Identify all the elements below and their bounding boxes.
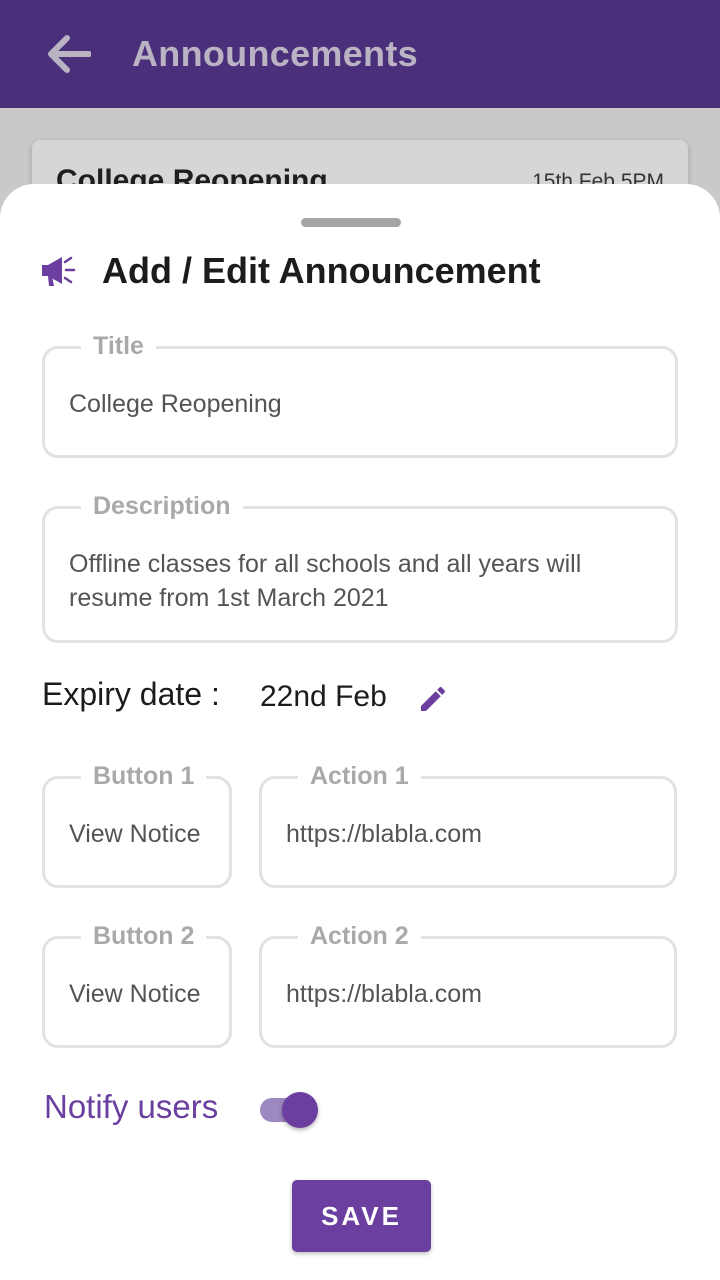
app-bar: Announcements: [0, 0, 720, 108]
title-field-value: College Reopening: [69, 390, 282, 418]
arrow-left-icon: [48, 35, 91, 73]
toggle-thumb: [282, 1092, 318, 1128]
edit-announcement-sheet: Add / Edit Announcement Title College Re…: [0, 184, 720, 1280]
action2-field-label: Action 2: [298, 920, 421, 952]
notify-users-toggle[interactable]: [258, 1090, 322, 1130]
expiry-date-value: 22nd Feb: [260, 680, 387, 713]
action2-field[interactable]: Action 2 https://blabla.com: [259, 920, 677, 1048]
action1-field-label: Action 1: [298, 760, 421, 792]
back-button[interactable]: [40, 26, 96, 82]
page-title: Announcements: [132, 33, 418, 74]
title-field-label: Title: [81, 330, 156, 362]
pencil-icon: [421, 686, 446, 711]
sheet-title: Add / Edit Announcement: [102, 250, 541, 291]
megaphone-icon: [40, 253, 76, 289]
action1-field-value: https://blabla.com: [286, 820, 482, 848]
sheet-header: Add / Edit Announcement: [40, 250, 541, 292]
button1-field-value: View Notice: [69, 820, 201, 848]
sheet-drag-handle[interactable]: [301, 218, 401, 227]
action1-field[interactable]: Action 1 https://blabla.com: [259, 760, 677, 888]
title-field[interactable]: Title College Reopening: [42, 330, 678, 458]
description-field-value: Offline classes for all schools and all …: [69, 550, 582, 612]
button2-field-label: Button 2: [81, 920, 207, 952]
notify-users-label: Notify users: [44, 1088, 219, 1125]
button2-field[interactable]: Button 2 View Notice: [42, 920, 232, 1048]
edit-expiry-button[interactable]: [414, 680, 452, 718]
button1-field[interactable]: Button 1 View Notice: [42, 760, 232, 888]
save-button[interactable]: SAVE: [292, 1180, 431, 1252]
button2-field-value: View Notice: [69, 980, 201, 1008]
action2-field-value: https://blabla.com: [286, 980, 482, 1008]
description-field[interactable]: Description Offline classes for all scho…: [42, 490, 678, 643]
button1-field-label: Button 1: [81, 760, 207, 792]
description-field-label: Description: [81, 490, 243, 522]
expiry-date-label: Expiry date :: [42, 676, 220, 712]
